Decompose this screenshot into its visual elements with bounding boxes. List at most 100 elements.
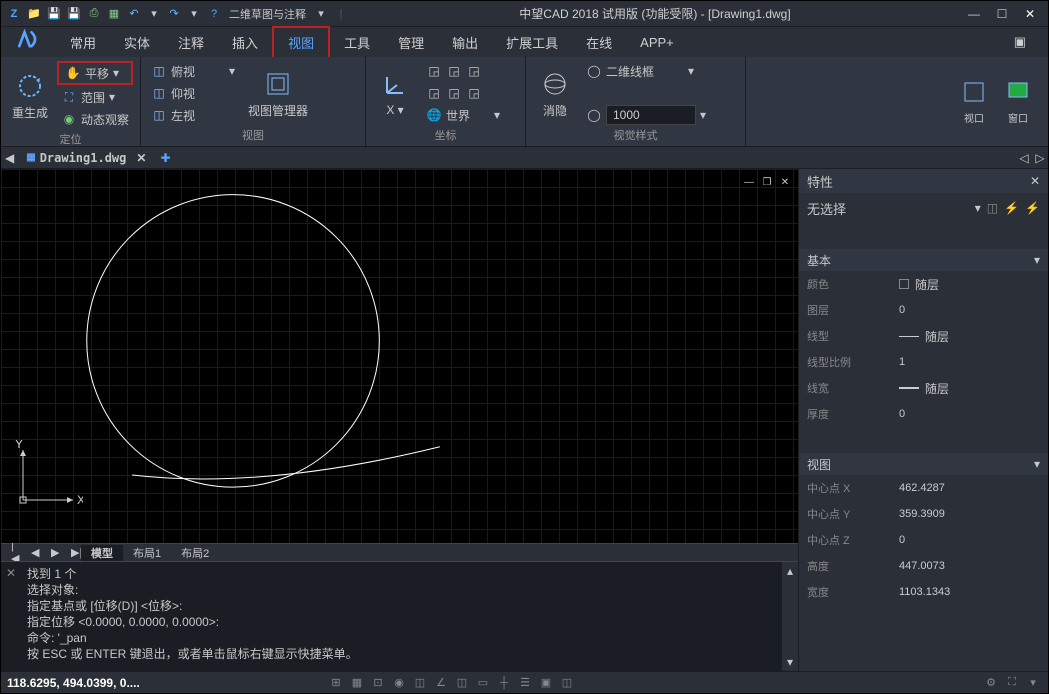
scale-input[interactable]: ◯▾ xyxy=(582,105,710,125)
close-button[interactable]: ✕ xyxy=(1016,4,1044,24)
dropdown-icon: ▾ xyxy=(109,90,115,104)
sb-btn9[interactable]: ┼ xyxy=(495,674,513,692)
maximize-button[interactable]: ☐ xyxy=(988,4,1016,24)
hide-button[interactable]: 消隐 xyxy=(532,63,578,123)
panel-label: 坐标 xyxy=(372,125,519,143)
range-button[interactable]: ⛶范围▾ xyxy=(57,87,133,107)
selection-label[interactable]: 无选择 xyxy=(807,199,846,218)
orbit-icon: ◉ xyxy=(61,111,77,127)
wireframe-dropdown[interactable]: ◯二维线框▾ xyxy=(582,61,710,81)
pick-icon[interactable]: ◫ xyxy=(987,201,998,215)
menu-output[interactable]: 输出 xyxy=(438,28,492,57)
close-tab-icon[interactable]: ✕ xyxy=(136,151,146,165)
new-tab-button[interactable]: ✚ xyxy=(154,151,176,165)
menu-online[interactable]: 在线 xyxy=(572,28,626,57)
menu-manage[interactable]: 管理 xyxy=(384,28,438,57)
sb-otrack-icon[interactable]: ∠ xyxy=(432,674,450,692)
props-close-icon[interactable]: ✕ xyxy=(1030,174,1040,188)
sb-polar-icon[interactable]: ◉ xyxy=(390,674,408,692)
ucs-btn1[interactable]: ◲◲◲ xyxy=(422,61,504,81)
scroll-down-icon[interactable]: ▾ xyxy=(787,655,793,669)
svg-text:Y: Y xyxy=(15,440,23,451)
tab-next-icon[interactable]: ▶ xyxy=(41,546,61,559)
leftview-button[interactable]: ◫左视 xyxy=(147,105,239,125)
topview-button[interactable]: ◫俯视▾ xyxy=(147,61,239,81)
title-bar: Z 📁 💾 💾 ⎙ ▦ ↶ ▾ ↷ ▾ ? 二维草图与注释 ▾ | 中望CAD … xyxy=(1,1,1048,27)
nav-prev-icon[interactable]: ◁ xyxy=(1016,151,1032,165)
menu-ext[interactable]: 扩展工具 xyxy=(492,28,572,57)
ucs-button[interactable]: X ▾ xyxy=(372,63,418,123)
regen-label: 重生成 xyxy=(12,104,48,121)
sb-expand-icon[interactable]: ⛶ xyxy=(1003,674,1021,692)
sb-ortho-icon[interactable]: ⊡ xyxy=(369,674,387,692)
sb-btn7[interactable]: ◫ xyxy=(453,674,471,692)
saveas-icon[interactable]: 💾 xyxy=(65,5,83,23)
viewport-button[interactable]: 视口 xyxy=(954,71,994,131)
drawing-canvas[interactable]: — ❐ ✕ Y X xyxy=(1,169,798,543)
command-line[interactable]: ✕ 找到 1 个 选择对象: 指定基点或 [位移(D)] <位移>: 指定位移 … xyxy=(1,561,798,671)
app-logo[interactable] xyxy=(8,26,48,56)
open-icon[interactable]: 📁 xyxy=(25,5,43,23)
quick-icon[interactable]: ⚡ xyxy=(1004,201,1019,215)
sb-btn10[interactable]: ☰ xyxy=(516,674,534,692)
tab-prev-icon[interactable]: ◀ xyxy=(21,546,41,559)
redo-icon[interactable]: ↷ xyxy=(165,5,183,23)
chevron-down-icon: ▾ xyxy=(1034,457,1040,471)
window-button[interactable]: 窗口 xyxy=(998,71,1038,131)
flash-icon[interactable]: ⚡ xyxy=(1025,201,1040,215)
file-tab[interactable]: ▦ Drawing1.dwg ✕ xyxy=(18,151,154,165)
menu-tools[interactable]: 工具 xyxy=(330,28,384,57)
ucs-btn2[interactable]: ◲◲◲ xyxy=(422,83,504,103)
sb-btn12[interactable]: ◫ xyxy=(558,674,576,692)
dropdown-icon[interactable]: ▾ xyxy=(185,5,203,23)
bottomview-button[interactable]: ◫仰视 xyxy=(147,83,239,103)
plot-icon[interactable]: ⎙ xyxy=(85,5,103,23)
regen-button[interactable]: 重生成 xyxy=(7,65,53,125)
dwg-icon: ▦ xyxy=(26,152,35,163)
cmd-close-icon[interactable]: ✕ xyxy=(1,562,21,671)
app-menu-icon[interactable]: Z xyxy=(5,5,23,23)
menu-more-icon[interactable]: ▣ xyxy=(1000,29,1040,55)
ribbon: 重生成 ✋平移▾ ⛶范围▾ ◉动态观察 定位 ◫俯视▾ ◫仰视 ◫左视 xyxy=(1,57,1048,147)
menu-app[interactable]: APP+ xyxy=(626,30,688,55)
help-icon[interactable]: ? xyxy=(205,5,223,23)
menu-annotate[interactable]: 注释 xyxy=(164,28,218,57)
dropdown-icon[interactable]: ▾ xyxy=(145,5,163,23)
sb-btn8[interactable]: ▭ xyxy=(474,674,492,692)
svg-text:X: X xyxy=(77,493,83,507)
sb-gear-icon[interactable]: ⚙ xyxy=(982,674,1000,692)
nav-next-icon[interactable]: ▷ xyxy=(1032,151,1048,165)
status-bar: 118.6295, 494.0399, 0.... ⊞ ▦ ⊡ ◉ ◫ ∠ ◫ … xyxy=(1,671,1048,693)
menu-entity[interactable]: 实体 xyxy=(110,28,164,57)
tab-last-icon[interactable]: ▶| xyxy=(61,546,81,559)
file-tab-bar: ◀ ▦ Drawing1.dwg ✕ ✚ ◁ ▷ xyxy=(1,147,1048,169)
sb-snap-icon[interactable]: ▦ xyxy=(348,674,366,692)
world-button[interactable]: 🌐世界▾ xyxy=(422,105,504,125)
layout-tabs: |◀ ◀ ▶ ▶| 模型 布局1 布局2 xyxy=(1,543,798,561)
sb-grid-icon[interactable]: ⊞ xyxy=(327,674,345,692)
tab-model[interactable]: 模型 xyxy=(81,545,123,561)
sb-btn11[interactable]: ▣ xyxy=(537,674,555,692)
menu-insert[interactable]: 插入 xyxy=(218,28,272,57)
tab-layout1[interactable]: 布局1 xyxy=(123,545,171,561)
section-view[interactable]: 视图▾ xyxy=(799,453,1048,475)
section-basic[interactable]: 基本▾ xyxy=(799,249,1048,271)
preview-icon[interactable]: ▦ xyxy=(105,5,123,23)
workspace-label[interactable]: 二维草图与注释 xyxy=(225,5,310,23)
minimize-button[interactable]: — xyxy=(960,4,988,24)
window-title: 中望CAD 2018 试用版 (功能受限) - [Drawing1.dwg] xyxy=(354,5,956,22)
tab-layout2[interactable]: 布局2 xyxy=(171,545,219,561)
tab-nav-left[interactable]: ◀ xyxy=(1,151,18,165)
orbit-button[interactable]: ◉动态观察 xyxy=(57,109,133,129)
undo-icon[interactable]: ↶ xyxy=(125,5,143,23)
save-icon[interactable]: 💾 xyxy=(45,5,63,23)
pan-button[interactable]: ✋平移▾ xyxy=(61,63,129,83)
viewmgr-button[interactable]: 视图管理器 xyxy=(243,63,313,123)
sb-osnap-icon[interactable]: ◫ xyxy=(411,674,429,692)
menu-common[interactable]: 常用 xyxy=(56,28,110,57)
dropdown-icon[interactable]: ▾ xyxy=(312,5,330,23)
dropdown-icon[interactable]: ▾ xyxy=(975,201,981,215)
sb-dropdown-icon[interactable]: ▾ xyxy=(1024,674,1042,692)
menu-view[interactable]: 视图 xyxy=(272,26,330,59)
scroll-up-icon[interactable]: ▴ xyxy=(787,564,793,578)
